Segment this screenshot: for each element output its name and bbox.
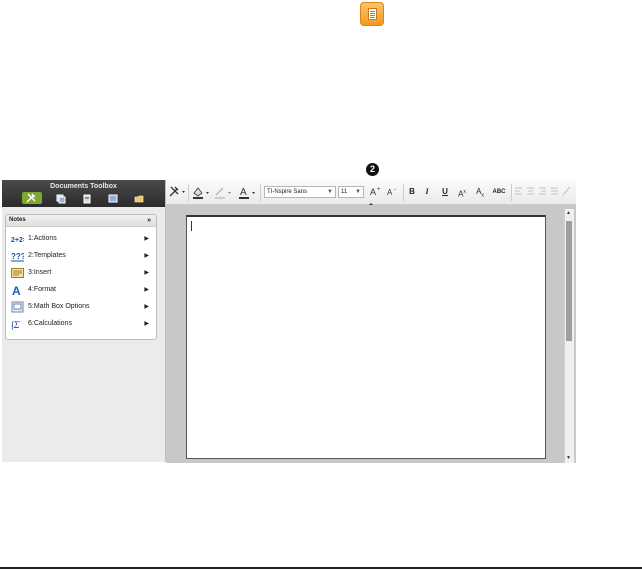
increase-font-icon: A +	[370, 187, 381, 197]
text-color-icon: A	[239, 187, 255, 199]
menu-item-format[interactable]: A 4:Format ▶	[9, 282, 153, 298]
superscript-button[interactable]: Ax	[456, 185, 468, 199]
content-explorer-icon	[108, 194, 117, 203]
svg-text:A: A	[240, 187, 247, 198]
submenu-arrow-icon: ▶	[144, 287, 149, 293]
svg-text:A: A	[387, 188, 393, 197]
notes-panel-header[interactable]: Notes »	[6, 215, 156, 227]
calculations-icon: ∫Σ	[11, 320, 20, 330]
svg-text:+: +	[377, 187, 381, 193]
font-family-select[interactable]: TI-Nspire Sans ▼	[264, 186, 336, 198]
document-workspace: ▲ ▼	[166, 205, 576, 463]
page-sorter-icon	[56, 194, 65, 203]
line-color-icon	[215, 187, 231, 199]
tools-icon	[169, 186, 185, 197]
notes-text-area[interactable]	[186, 215, 546, 459]
documents-toolbox: Documents Toolbox Notes » 2+2=	[2, 180, 166, 462]
decrease-font-icon: A-	[387, 187, 396, 197]
lab-tab[interactable]	[132, 193, 146, 204]
notes-menu-panel: Notes » 2+2= 1:Actions ▶ ??? 2:Templates…	[5, 214, 157, 340]
svg-text:-: -	[394, 187, 396, 193]
utilities-icon	[83, 194, 90, 203]
text-color-button[interactable]: A	[237, 185, 257, 199]
scroll-thumb[interactable]	[566, 221, 572, 341]
scroll-down-icon[interactable]: ▼	[566, 455, 571, 461]
alignment-icons	[515, 186, 571, 196]
submenu-arrow-icon: ▶	[144, 236, 149, 242]
page-divider	[0, 567, 642, 569]
submenu-arrow-icon: ▶	[144, 270, 149, 276]
superscript-mark: x	[463, 189, 466, 195]
math-box-icon	[11, 301, 24, 313]
bold-button[interactable]: B	[407, 185, 417, 199]
chevron-down-icon: ▼	[355, 189, 361, 195]
svg-text:???: ???	[11, 252, 24, 261]
submenu-arrow-icon: ▶	[144, 304, 149, 310]
subscript-button[interactable]: Ax	[474, 185, 486, 199]
chevron-down-icon: ▼	[327, 189, 333, 195]
utilities-tab[interactable]	[80, 193, 94, 204]
svg-text:A: A	[370, 187, 376, 197]
actions-icon: 2+2=	[11, 237, 24, 244]
callout-2: 2	[366, 163, 379, 176]
subscript-mark: x	[481, 192, 484, 199]
strikethrough-button[interactable]: ABC	[490, 185, 508, 199]
fill-color-icon	[193, 187, 209, 199]
format-icon: A	[12, 284, 21, 296]
italic-button[interactable]: I	[422, 185, 432, 199]
collapse-icon[interactable]: »	[147, 215, 151, 226]
underline-button[interactable]: U	[440, 185, 450, 199]
increase-font-button[interactable]: A +	[369, 185, 383, 199]
page-sorter-tab[interactable]	[54, 193, 68, 204]
formatting-toolbar: A TI-Nspire Sans ▼ 11 ▼ A + A- B I U Ax A…	[166, 180, 576, 205]
menu-item-templates[interactable]: ??? 2:Templates ▶	[9, 248, 153, 264]
menu-item-actions[interactable]: 2+2= 1:Actions ▶	[9, 231, 153, 247]
toolbox-header: Documents Toolbox	[2, 180, 165, 207]
vertical-scrollbar[interactable]: ▲ ▼	[564, 209, 574, 463]
document-tools-tab[interactable]	[21, 192, 42, 204]
submenu-arrow-icon: ▶	[144, 321, 149, 327]
notes-app-icon	[360, 2, 384, 26]
line-color-button[interactable]	[213, 185, 233, 199]
alignment-buttons[interactable]	[514, 185, 572, 199]
tools-menu-button[interactable]	[169, 185, 186, 199]
text-cursor	[191, 221, 192, 231]
svg-text:2+2=: 2+2=	[11, 237, 24, 244]
font-size-select[interactable]: 11 ▼	[338, 186, 364, 198]
lab-icon	[134, 195, 143, 203]
templates-icon: ???	[11, 252, 24, 262]
fill-color-button[interactable]	[191, 185, 211, 199]
document-tools-icon	[26, 193, 36, 203]
toolbox-title: Documents Toolbox	[50, 183, 117, 190]
submenu-arrow-icon: ▶	[144, 253, 149, 259]
notes-panel-title: Notes	[9, 217, 26, 223]
content-explorer-tab[interactable]	[106, 193, 120, 204]
insert-icon	[11, 268, 24, 278]
decrease-font-button[interactable]: A-	[386, 185, 400, 199]
svg-text:A: A	[12, 284, 21, 296]
menu-item-math-box-options[interactable]: 5:Math Box Options ▶	[9, 299, 153, 315]
svg-text:∫Σ: ∫Σ	[11, 320, 20, 330]
scroll-up-icon[interactable]: ▲	[566, 210, 571, 216]
menu-item-calculations[interactable]: ∫Σ 6:Calculations ▶	[9, 316, 153, 332]
menu-item-insert[interactable]: 3:Insert ▶	[9, 265, 153, 281]
